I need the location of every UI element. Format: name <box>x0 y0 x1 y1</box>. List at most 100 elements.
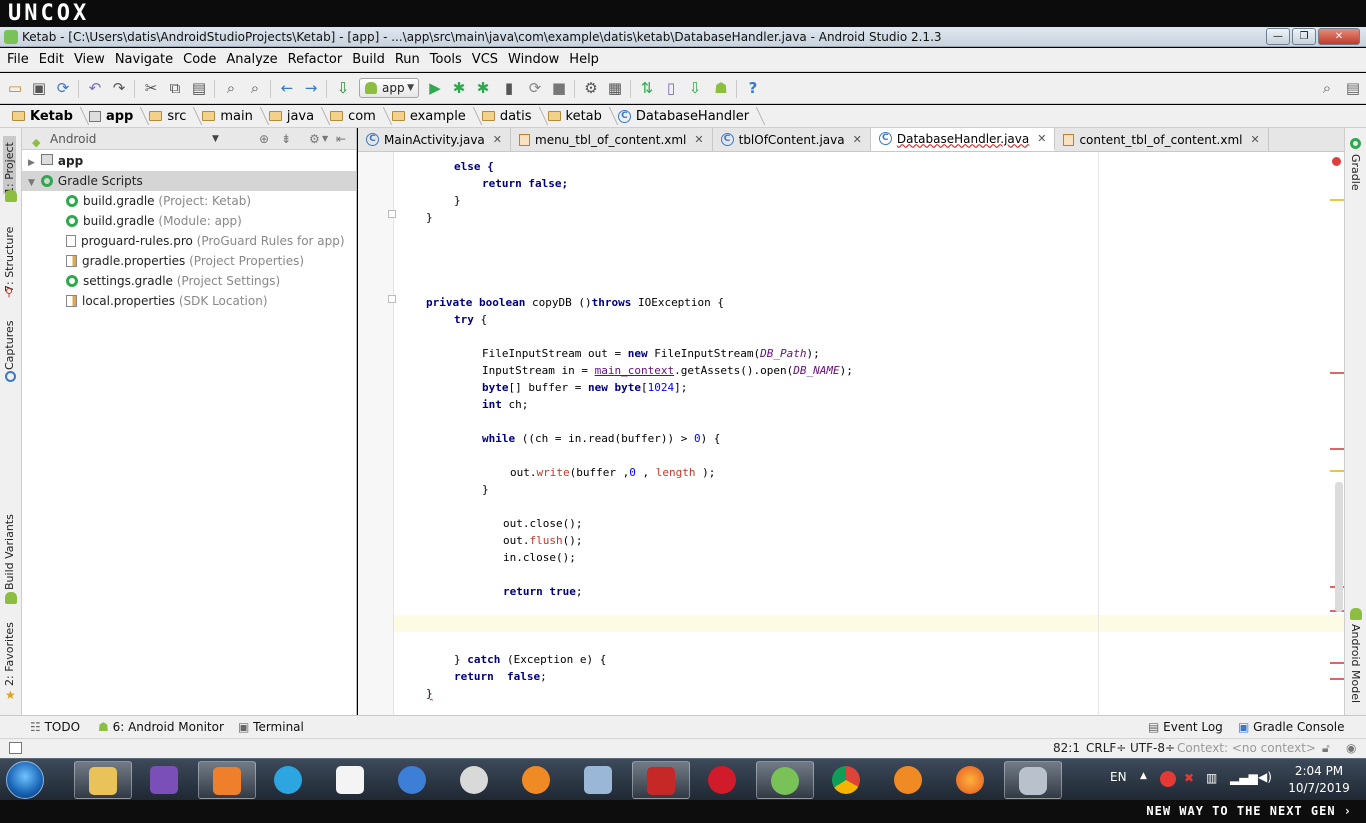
tool-window-structure[interactable]: 7: Structure <box>3 222 16 292</box>
inspector-icon[interactable]: ◉ <box>1346 739 1356 758</box>
attach-icon[interactable]: ✱ <box>474 79 492 97</box>
redo-icon[interactable]: ↷ <box>110 79 128 97</box>
project-structure-icon[interactable]: ⚙ <box>582 79 600 97</box>
tab-menu-tbl-of-content[interactable]: menu_tbl_of_content.xml ✕ <box>511 128 713 151</box>
breadcrumb-src[interactable]: src <box>145 105 198 128</box>
menu-tools[interactable]: Tools <box>425 49 467 71</box>
tool-window-event-log[interactable]: ▤ Event Log <box>1148 720 1223 734</box>
collapse-arrow-icon[interactable]: ▼ <box>28 178 35 188</box>
tab-content-tbl-of-content[interactable]: content_tbl_of_content.xml ✕ <box>1055 128 1269 151</box>
project-view-selector[interactable]: Android <box>50 132 96 146</box>
collapse-all-icon[interactable]: ⇟ <box>281 128 291 150</box>
tab-databasehandler[interactable]: C DatabaseHandler.java ✕ <box>870 128 1056 151</box>
taskbar-app-remote-desktop[interactable] <box>570 761 628 799</box>
menu-view[interactable]: View <box>69 49 110 71</box>
avd-manager-icon[interactable]: ▯ <box>662 79 680 97</box>
help-icon[interactable]: ? <box>744 79 762 97</box>
maximize-button[interactable]: ❐ <box>1292 28 1316 45</box>
tree-node-local-properties[interactable]: local.properties (SDK Location) <box>22 291 356 311</box>
breadcrumb-java[interactable]: java <box>265 105 326 128</box>
menu-window[interactable]: Window <box>503 49 564 71</box>
menu-analyze[interactable]: Analyze <box>221 49 282 71</box>
tool-window-project[interactable]: 1: Project <box>3 136 16 194</box>
taskbar-app-explorer[interactable] <box>74 761 132 799</box>
tree-node-settings-gradle[interactable]: settings.gradle (Project Settings) <box>22 271 356 291</box>
tab-tblofcontent[interactable]: CtblOfContent.java ✕ <box>713 128 871 151</box>
tool-windows-toggle-icon[interactable] <box>9 742 22 754</box>
line-separator-selector[interactable]: CRLF÷ <box>1086 739 1126 758</box>
menu-file[interactable]: File <box>2 49 34 71</box>
expand-arrow-icon[interactable]: ▶ <box>28 158 35 168</box>
menu-vcs[interactable]: VCS <box>467 49 503 71</box>
tool-window-todo[interactable]: ☷ TODO <box>30 720 80 734</box>
stop-icon[interactable]: ■ <box>550 79 568 97</box>
network-error-icon[interactable]: ✖ <box>1184 771 1194 785</box>
taskbar-app-android-studio[interactable] <box>756 761 814 799</box>
start-button[interactable] <box>6 761 44 799</box>
forward-icon[interactable]: → <box>302 79 320 97</box>
chevron-down-icon[interactable]: ▼ <box>212 128 219 150</box>
undo-icon[interactable]: ↶ <box>86 79 104 97</box>
menu-code[interactable]: Code <box>178 49 221 71</box>
menu-run[interactable]: Run <box>390 49 425 71</box>
open-icon[interactable]: ▭ <box>6 79 24 97</box>
encoding-selector[interactable]: UTF-8÷ <box>1130 739 1175 758</box>
breadcrumb-example[interactable]: example <box>388 105 478 128</box>
gradle-sync-icon[interactable]: ⇅ <box>638 79 656 97</box>
tree-node-app[interactable]: ▶ app <box>22 151 356 171</box>
close-tab-icon[interactable]: ✕ <box>1251 133 1260 146</box>
taskbar-app-firefox[interactable] <box>942 761 1000 799</box>
menu-edit[interactable]: Edit <box>34 49 69 71</box>
tab-mainactivity[interactable]: C MainActivity.java ✕ <box>358 128 511 151</box>
taskbar-app-bird[interactable] <box>384 761 442 799</box>
error-stripe[interactable] <box>1330 448 1344 450</box>
sdk-manager-icon[interactable]: ⇩ <box>686 79 704 97</box>
language-indicator[interactable]: EN <box>1110 770 1127 784</box>
tree-node-proguard-rules[interactable]: proguard-rules.pro (ProGuard Rules for a… <box>22 231 356 251</box>
save-icon[interactable]: ▣ <box>30 79 48 97</box>
close-tab-icon[interactable]: ✕ <box>853 133 862 146</box>
taskbar-app-ccleaner[interactable] <box>508 761 566 799</box>
clock-date[interactable]: 10/7/2019 <box>1288 781 1350 795</box>
debug-icon[interactable]: ✱ <box>450 79 468 97</box>
tool-window-favorites[interactable]: 2: Favorites <box>3 622 16 686</box>
volume-icon[interactable]: ◀) <box>1258 770 1272 784</box>
close-tab-icon[interactable]: ✕ <box>1037 132 1046 145</box>
cut-icon[interactable]: ✂ <box>142 79 160 97</box>
signal-icon[interactable]: ▂▄▆ <box>1230 771 1258 785</box>
menu-help[interactable]: Help <box>564 49 604 71</box>
usb-icon[interactable]: ▥ <box>1206 771 1217 785</box>
tree-node-build-gradle-module[interactable]: build.gradle (Module: app) <box>22 211 356 231</box>
taskbar-app-chrome[interactable] <box>818 761 876 799</box>
taskbar-app-media-player[interactable] <box>198 761 256 799</box>
breadcrumb-ketab[interactable]: Ketab <box>8 105 85 128</box>
run-icon[interactable]: ▶ <box>426 79 444 97</box>
breadcrumb-main[interactable]: main <box>198 105 264 128</box>
close-button[interactable]: ✕ <box>1318 28 1360 45</box>
minimize-button[interactable]: — <box>1266 28 1290 45</box>
search-everywhere-icon[interactable]: ⌕ <box>1318 79 1336 97</box>
replace-icon[interactable]: ⌕ <box>246 79 264 97</box>
breadcrumb-com[interactable]: com <box>326 105 388 128</box>
menu-refactor[interactable]: Refactor <box>283 49 348 71</box>
close-tab-icon[interactable]: ✕ <box>493 133 502 146</box>
hide-icon[interactable]: ⇤ <box>336 128 346 150</box>
rerun-icon[interactable]: ▮ <box>500 79 518 97</box>
tool-window-terminal[interactable]: ▣ Terminal <box>238 720 304 734</box>
taskbar-app-database-tool[interactable] <box>1004 761 1062 799</box>
breadcrumb-app[interactable]: app <box>85 105 145 128</box>
taskbar-app-ccleaner-2[interactable] <box>880 761 938 799</box>
settings-icon[interactable]: ▤ <box>1344 79 1362 97</box>
back-icon[interactable]: ← <box>278 79 296 97</box>
taskbar-app-visual-studio[interactable] <box>136 761 194 799</box>
taskbar-app-psiphon[interactable] <box>632 761 690 799</box>
taskbar-app-document[interactable] <box>322 761 380 799</box>
make-icon[interactable]: ⇩ <box>334 79 352 97</box>
tree-node-gradle-scripts[interactable]: ▼ Gradle Scripts <box>22 171 356 191</box>
clock-time[interactable]: 2:04 PM <box>1288 764 1350 778</box>
tree-node-gradle-properties[interactable]: gradle.properties (Project Properties) <box>22 251 356 271</box>
taskbar-app-opera[interactable] <box>694 761 752 799</box>
breadcrumb-datis[interactable]: datis <box>478 105 544 128</box>
menu-build[interactable]: Build <box>347 49 390 71</box>
caret-position[interactable]: 82:1 <box>1053 739 1080 758</box>
